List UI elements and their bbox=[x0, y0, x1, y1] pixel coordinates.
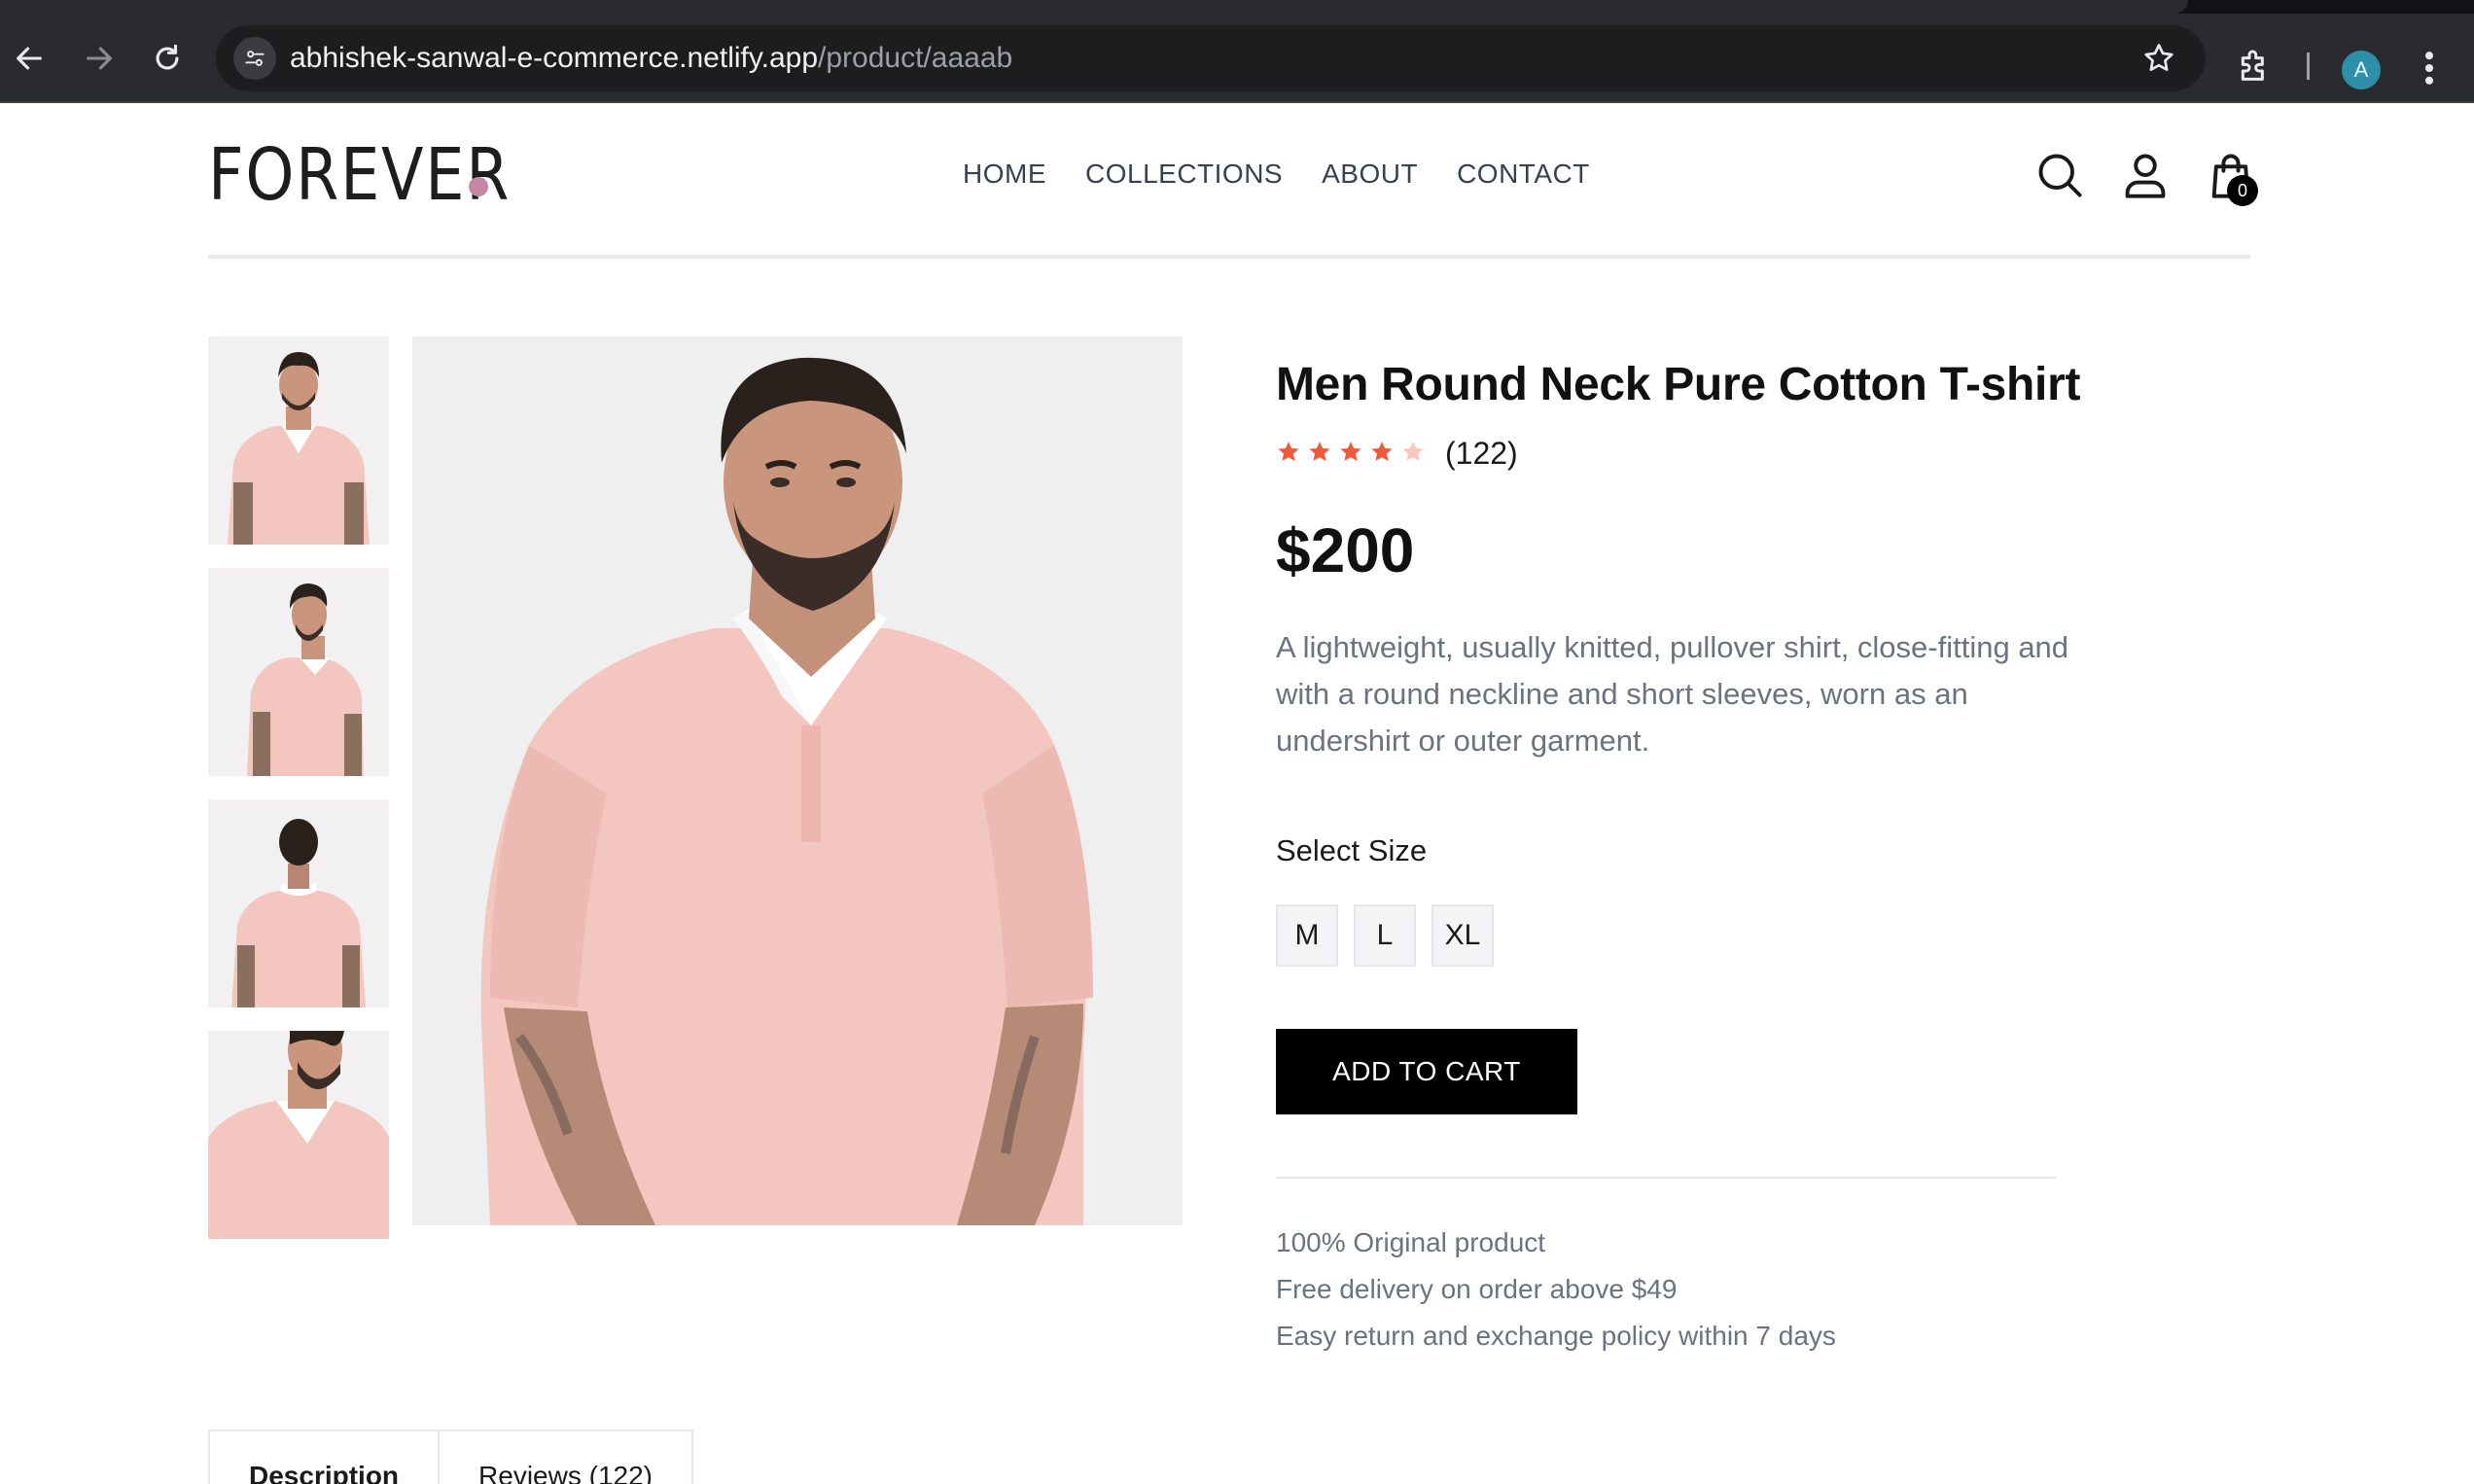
product-thumbnail[interactable] bbox=[208, 336, 389, 545]
more-menu-icon[interactable] bbox=[2418, 47, 2441, 89]
nav-about[interactable]: ABOUT bbox=[1322, 158, 1418, 191]
star-filled-icon bbox=[1371, 442, 1393, 461]
main-nav: HOME COLLECTIONS ABOUT CONTACT bbox=[963, 158, 1590, 191]
profile-avatar[interactable]: A bbox=[2342, 51, 2381, 89]
nav-home[interactable]: HOME bbox=[963, 158, 1046, 191]
perk-return-policy: Easy return and exchange policy within 7… bbox=[1276, 1321, 1836, 1351]
cart-count-badge: 0 bbox=[2227, 175, 2258, 206]
product-title: Men Round Neck Pure Cotton T-shirt bbox=[1276, 359, 2081, 410]
star-filled-icon bbox=[1278, 442, 1299, 461]
select-size-label: Select Size bbox=[1276, 833, 1428, 867]
size-options: M L XL bbox=[1276, 904, 1494, 967]
info-divider bbox=[1276, 1177, 2056, 1179]
size-option-xl[interactable]: XL bbox=[1431, 904, 1494, 967]
url-host: abhishek-sanwal-e-commerce.netlify.app bbox=[290, 42, 819, 74]
bookmark-star-icon[interactable] bbox=[2141, 41, 2176, 76]
perk-original: 100% Original product bbox=[1276, 1227, 1546, 1257]
product-main-image bbox=[412, 336, 1183, 1225]
tab-reviews[interactable]: Reviews (122) bbox=[440, 1430, 693, 1484]
toolbar-separator bbox=[2307, 53, 2310, 80]
rating-stars bbox=[1276, 440, 1426, 465]
back-arrow-icon[interactable] bbox=[6, 35, 53, 82]
logo-dot bbox=[469, 177, 488, 196]
star-filled-icon bbox=[1309, 442, 1330, 461]
product-tabs: Description Reviews (122) bbox=[208, 1430, 693, 1484]
add-to-cart-button[interactable]: ADD TO CART bbox=[1276, 1029, 1577, 1114]
size-option-m[interactable]: M bbox=[1276, 904, 1338, 967]
browser-toolbar: abhishek-sanwal-e-commerce.netlify.app/p… bbox=[0, 14, 2474, 103]
star-empty-icon bbox=[1402, 442, 1424, 461]
url-text[interactable]: abhishek-sanwal-e-commerce.netlify.app/p… bbox=[290, 41, 1012, 76]
reload-icon[interactable] bbox=[144, 35, 191, 82]
star-filled-icon bbox=[1340, 442, 1361, 461]
site-settings-icon[interactable] bbox=[233, 37, 276, 80]
site-header: FOREVER HOME COLLECTIONS ABOUT CONTACT 0 bbox=[0, 105, 2474, 259]
nav-collections[interactable]: COLLECTIONS bbox=[1085, 158, 1283, 191]
site-logo[interactable]: FOREVER bbox=[208, 138, 511, 212]
product-price: $200 bbox=[1276, 515, 1415, 585]
browser-tab[interactable] bbox=[0, 0, 2188, 14]
forward-arrow-icon[interactable] bbox=[76, 35, 123, 82]
product-perks: 100% Original product Free delivery on o… bbox=[1276, 1219, 1836, 1360]
product-description: A lightweight, usually knitted, pullover… bbox=[1276, 630, 2069, 758]
product-thumbnail[interactable] bbox=[208, 1031, 389, 1239]
nav-contact[interactable]: CONTACT bbox=[1457, 158, 1590, 191]
profile-icon[interactable] bbox=[2120, 150, 2171, 200]
url-path: /product/aaaab bbox=[818, 42, 1013, 74]
search-icon[interactable] bbox=[2034, 150, 2085, 200]
header-divider bbox=[208, 255, 2250, 259]
extensions-icon[interactable] bbox=[2235, 47, 2274, 86]
product-thumbnail[interactable] bbox=[208, 568, 389, 776]
size-option-l[interactable]: L bbox=[1354, 904, 1416, 967]
tab-description[interactable]: Description bbox=[208, 1430, 441, 1484]
product-thumbnail[interactable] bbox=[208, 799, 389, 1007]
browser-tabstrip bbox=[0, 0, 2474, 14]
perk-free-delivery: Free delivery on order above $49 bbox=[1276, 1274, 1678, 1304]
rating-count: (122) bbox=[1445, 436, 1518, 471]
address-bar[interactable]: abhishek-sanwal-e-commerce.netlify.app/p… bbox=[216, 25, 2206, 91]
